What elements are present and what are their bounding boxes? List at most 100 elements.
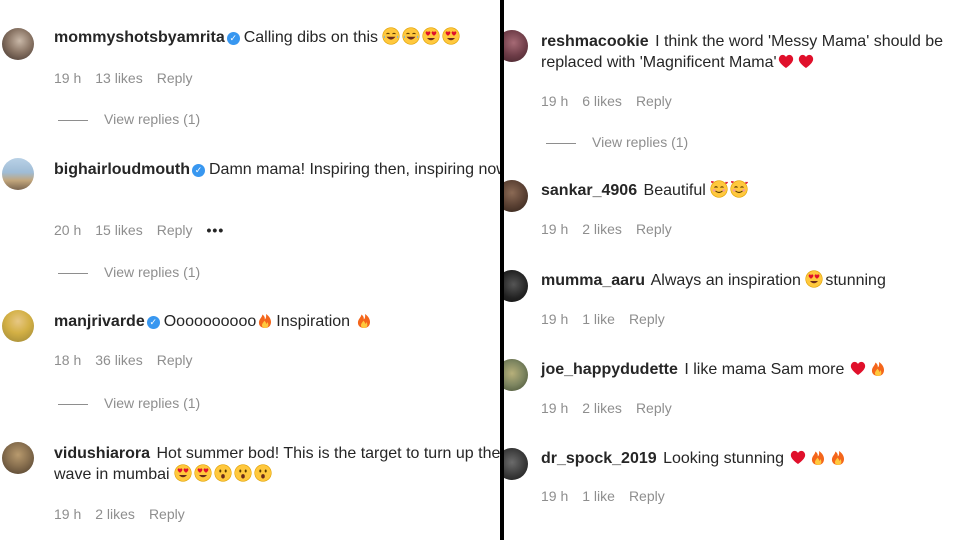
- avatar[interactable]: [2, 442, 34, 474]
- smiling-hearts-emoji-icon: [710, 180, 729, 198]
- username[interactable]: mumma_aaru: [541, 272, 645, 289]
- fire-emoji-icon: [256, 311, 274, 329]
- fire-emoji-icon: [869, 359, 887, 377]
- username[interactable]: dr_spock_2019: [541, 450, 657, 467]
- timestamp: 19 h: [541, 400, 569, 416]
- comment-meta: 20 h 15 likes Reply •••: [54, 222, 238, 238]
- avatar[interactable]: [2, 158, 34, 190]
- reply-button[interactable]: Reply: [157, 222, 193, 238]
- timestamp: 19 h: [54, 506, 82, 522]
- avatar[interactable]: [504, 448, 528, 480]
- comment-body: I like mama Sam more: [684, 361, 845, 378]
- avatar[interactable]: [504, 30, 528, 62]
- reply-button[interactable]: Reply: [636, 400, 672, 416]
- laugh-emoji-icon: [382, 27, 401, 45]
- comment-meta: 18 h 36 likes Reply: [54, 352, 207, 368]
- emoji-group: [355, 313, 375, 330]
- red-heart-emoji-icon: [789, 448, 807, 466]
- likes-count[interactable]: 36 likes: [95, 352, 142, 368]
- comment-text: vidushiarora Hot summer bod! This is the…: [54, 443, 500, 485]
- more-options-icon[interactable]: •••: [207, 222, 225, 238]
- avatar[interactable]: [2, 310, 34, 342]
- heart-eyes-emoji-icon: [174, 464, 192, 482]
- view-replies-label: View replies (1): [104, 111, 201, 127]
- timestamp: 19 h: [541, 488, 569, 504]
- avatar[interactable]: [504, 270, 528, 302]
- username[interactable]: sankar_4906: [541, 182, 637, 199]
- comment-body: Always an inspiration: [650, 272, 801, 289]
- reply-button[interactable]: Reply: [629, 488, 665, 504]
- emoji-group: [256, 313, 276, 330]
- fire-emoji-icon: [809, 448, 827, 466]
- emoji-group: [805, 270, 825, 289]
- comment-text: sankar_4906 Beautiful: [541, 180, 960, 201]
- smiling-hearts-emoji-icon: [730, 180, 749, 198]
- likes-count[interactable]: 13 likes: [95, 70, 142, 86]
- view-replies-label: View replies (1): [592, 134, 689, 150]
- comment-meta: 19 h 2 likes Reply: [541, 221, 686, 237]
- likes-count[interactable]: 2 likes: [582, 400, 622, 416]
- red-heart-emoji-icon: [849, 359, 867, 377]
- timestamp: 19 h: [54, 70, 82, 86]
- timestamp: 19 h: [541, 93, 569, 109]
- username[interactable]: mommyshotsbyamrita: [54, 29, 225, 46]
- reply-button[interactable]: Reply: [157, 352, 193, 368]
- divider-line: [546, 142, 576, 144]
- view-replies-button[interactable]: View replies (1): [58, 264, 200, 280]
- heart-eyes-emoji-icon: [805, 270, 823, 288]
- comment-body: Looking stunning: [663, 450, 785, 467]
- divider-line: [58, 119, 88, 121]
- surprised-emoji-icon: [214, 464, 232, 482]
- reply-button[interactable]: Reply: [629, 311, 665, 327]
- view-replies-button[interactable]: View replies (1): [58, 111, 200, 127]
- comment-meta: 19 h 2 likes Reply: [54, 506, 199, 522]
- reply-button[interactable]: Reply: [636, 221, 672, 237]
- username[interactable]: manjrivarde: [54, 313, 145, 330]
- username[interactable]: reshmacookie: [541, 33, 649, 50]
- username[interactable]: bighairloudmouth: [54, 161, 190, 178]
- likes-count[interactable]: 1 like: [582, 311, 615, 327]
- laugh-emoji-icon: [402, 27, 421, 45]
- comment-text: reshmacookie I think the word 'Messy Mam…: [541, 31, 960, 73]
- reply-button[interactable]: Reply: [157, 70, 193, 86]
- fire-emoji-icon: [829, 448, 847, 466]
- username[interactable]: joe_happydudette: [541, 361, 678, 378]
- reply-button[interactable]: Reply: [636, 93, 672, 109]
- emoji-group: [710, 180, 750, 199]
- comment-body: Calling dibs on this: [243, 29, 379, 46]
- comment-text: bighairloudmouth ✓ Damn mama! Inspiring th…: [54, 159, 500, 180]
- red-heart-emoji-icon: [777, 52, 795, 70]
- reply-button[interactable]: Reply: [149, 506, 185, 522]
- divider-line: [58, 272, 88, 274]
- verified-badge-icon: ✓: [146, 316, 160, 329]
- likes-count[interactable]: 15 likes: [95, 222, 142, 238]
- comment-text: mumma_aaru Always an inspiration stunnin…: [541, 270, 960, 291]
- avatar[interactable]: [504, 180, 528, 212]
- emoji-group: [174, 464, 274, 483]
- view-replies-button[interactable]: View replies (1): [546, 134, 688, 150]
- comment-meta: 19 h 13 likes Reply: [54, 70, 207, 86]
- surprised-emoji-icon: [254, 464, 272, 482]
- comment-text: mommyshotsbyamrita ✓ Calling dibs on this: [54, 27, 500, 48]
- comment-text: manjrivarde ✓ Oooooooooo Inspiration: [54, 311, 500, 332]
- comment-meta: 19 h 1 like Reply: [541, 488, 679, 504]
- avatar[interactable]: [2, 28, 34, 60]
- likes-count[interactable]: 2 likes: [95, 506, 135, 522]
- emoji-group: [777, 54, 817, 71]
- avatar[interactable]: [504, 359, 528, 391]
- heart-eyes-emoji-icon: [442, 27, 461, 45]
- view-replies-button[interactable]: View replies (1): [58, 395, 200, 411]
- verified-badge-icon: ✓: [191, 164, 205, 177]
- likes-count[interactable]: 2 likes: [582, 221, 622, 237]
- username[interactable]: vidushiarora: [54, 445, 150, 462]
- likes-count[interactable]: 1 like: [582, 488, 615, 504]
- timestamp: 18 h: [54, 352, 82, 368]
- comment-body-2: Inspiration: [276, 313, 351, 330]
- view-replies-label: View replies (1): [104, 264, 201, 280]
- comment-body: Damn mama! Inspiring then, inspiring now: [208, 161, 500, 178]
- emoji-group: [789, 450, 849, 467]
- comment-body-2: stunning: [825, 272, 886, 289]
- comments-panel-left: mommyshotsbyamrita ✓ Calling dibs on this …: [0, 0, 500, 540]
- likes-count[interactable]: 6 likes: [582, 93, 622, 109]
- timestamp: 20 h: [54, 222, 82, 238]
